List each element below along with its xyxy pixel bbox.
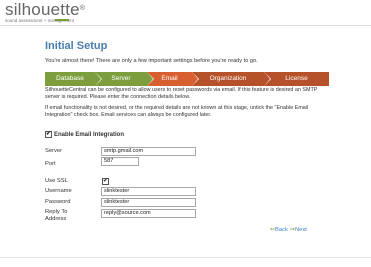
registered-mark: ® <box>79 5 86 12</box>
wizard-nav: ⇐ Back ⇒ Next <box>270 226 307 234</box>
logo-wordmark: silhouette® <box>5 1 85 18</box>
next-link[interactable]: ⇒ Next <box>290 226 307 234</box>
step-label: Server <box>111 75 131 82</box>
email-description: SilhouetteCentral can be configured to a… <box>45 87 329 123</box>
reply-to-label: Reply To Address <box>45 209 68 222</box>
app-header: silhouette® sound assessment + managemen… <box>0 0 371 26</box>
password-input[interactable]: slinktester <box>101 198 196 207</box>
server-input[interactable]: smtp.gmail.com <box>101 147 196 156</box>
silhouette-logo: silhouette® sound assessment + managemen… <box>5 1 85 23</box>
username-input[interactable]: slinktester <box>101 187 196 196</box>
logo-accent-bar <box>55 19 69 21</box>
footer-divider <box>0 257 371 258</box>
use-ssl-label: Use SSL <box>45 178 68 184</box>
page-title: Initial Setup <box>45 40 108 52</box>
server-label: Server <box>45 148 63 154</box>
step-database: Database <box>45 72 102 86</box>
use-ssl-checkbox[interactable]: ✔ <box>102 178 109 185</box>
step-license: License <box>264 72 329 86</box>
step-server: Server <box>95 72 154 86</box>
step-label: License <box>285 75 308 82</box>
logo-name-text: silhouette <box>5 0 80 19</box>
username-label: Username <box>45 188 72 194</box>
description-paragraph-2: If email functionality is not desired, o… <box>45 105 309 118</box>
description-paragraph-1: SilhouetteCentral can be configured to a… <box>45 87 318 100</box>
back-link[interactable]: ⇐ Back <box>270 226 288 234</box>
port-input[interactable]: 587 <box>101 157 139 166</box>
reply-to-input[interactable]: reply@source.com <box>101 209 196 218</box>
enable-email-row: ✔ Enable Email Integration <box>45 131 124 138</box>
step-organization: Organization <box>192 72 271 86</box>
back-label: Back <box>275 226 288 233</box>
setup-intro: Initial Setup You're almost there! There… <box>45 40 329 65</box>
password-label: Password <box>45 199 71 205</box>
next-label: Next <box>294 226 307 233</box>
setup-steps: Database Server Email Organization Licen… <box>45 72 329 86</box>
intro-text: You're almost there! There are only a fe… <box>45 58 258 64</box>
port-label: Port <box>45 161 56 167</box>
enable-email-label: Enable Email Integration <box>54 131 125 138</box>
logo-tagline: sound assessment + management <box>5 18 74 23</box>
enable-email-checkbox[interactable]: ✔ <box>45 131 52 138</box>
step-label: Database <box>56 75 84 82</box>
step-label: Organization <box>209 75 247 82</box>
step-label: Email <box>161 75 178 82</box>
